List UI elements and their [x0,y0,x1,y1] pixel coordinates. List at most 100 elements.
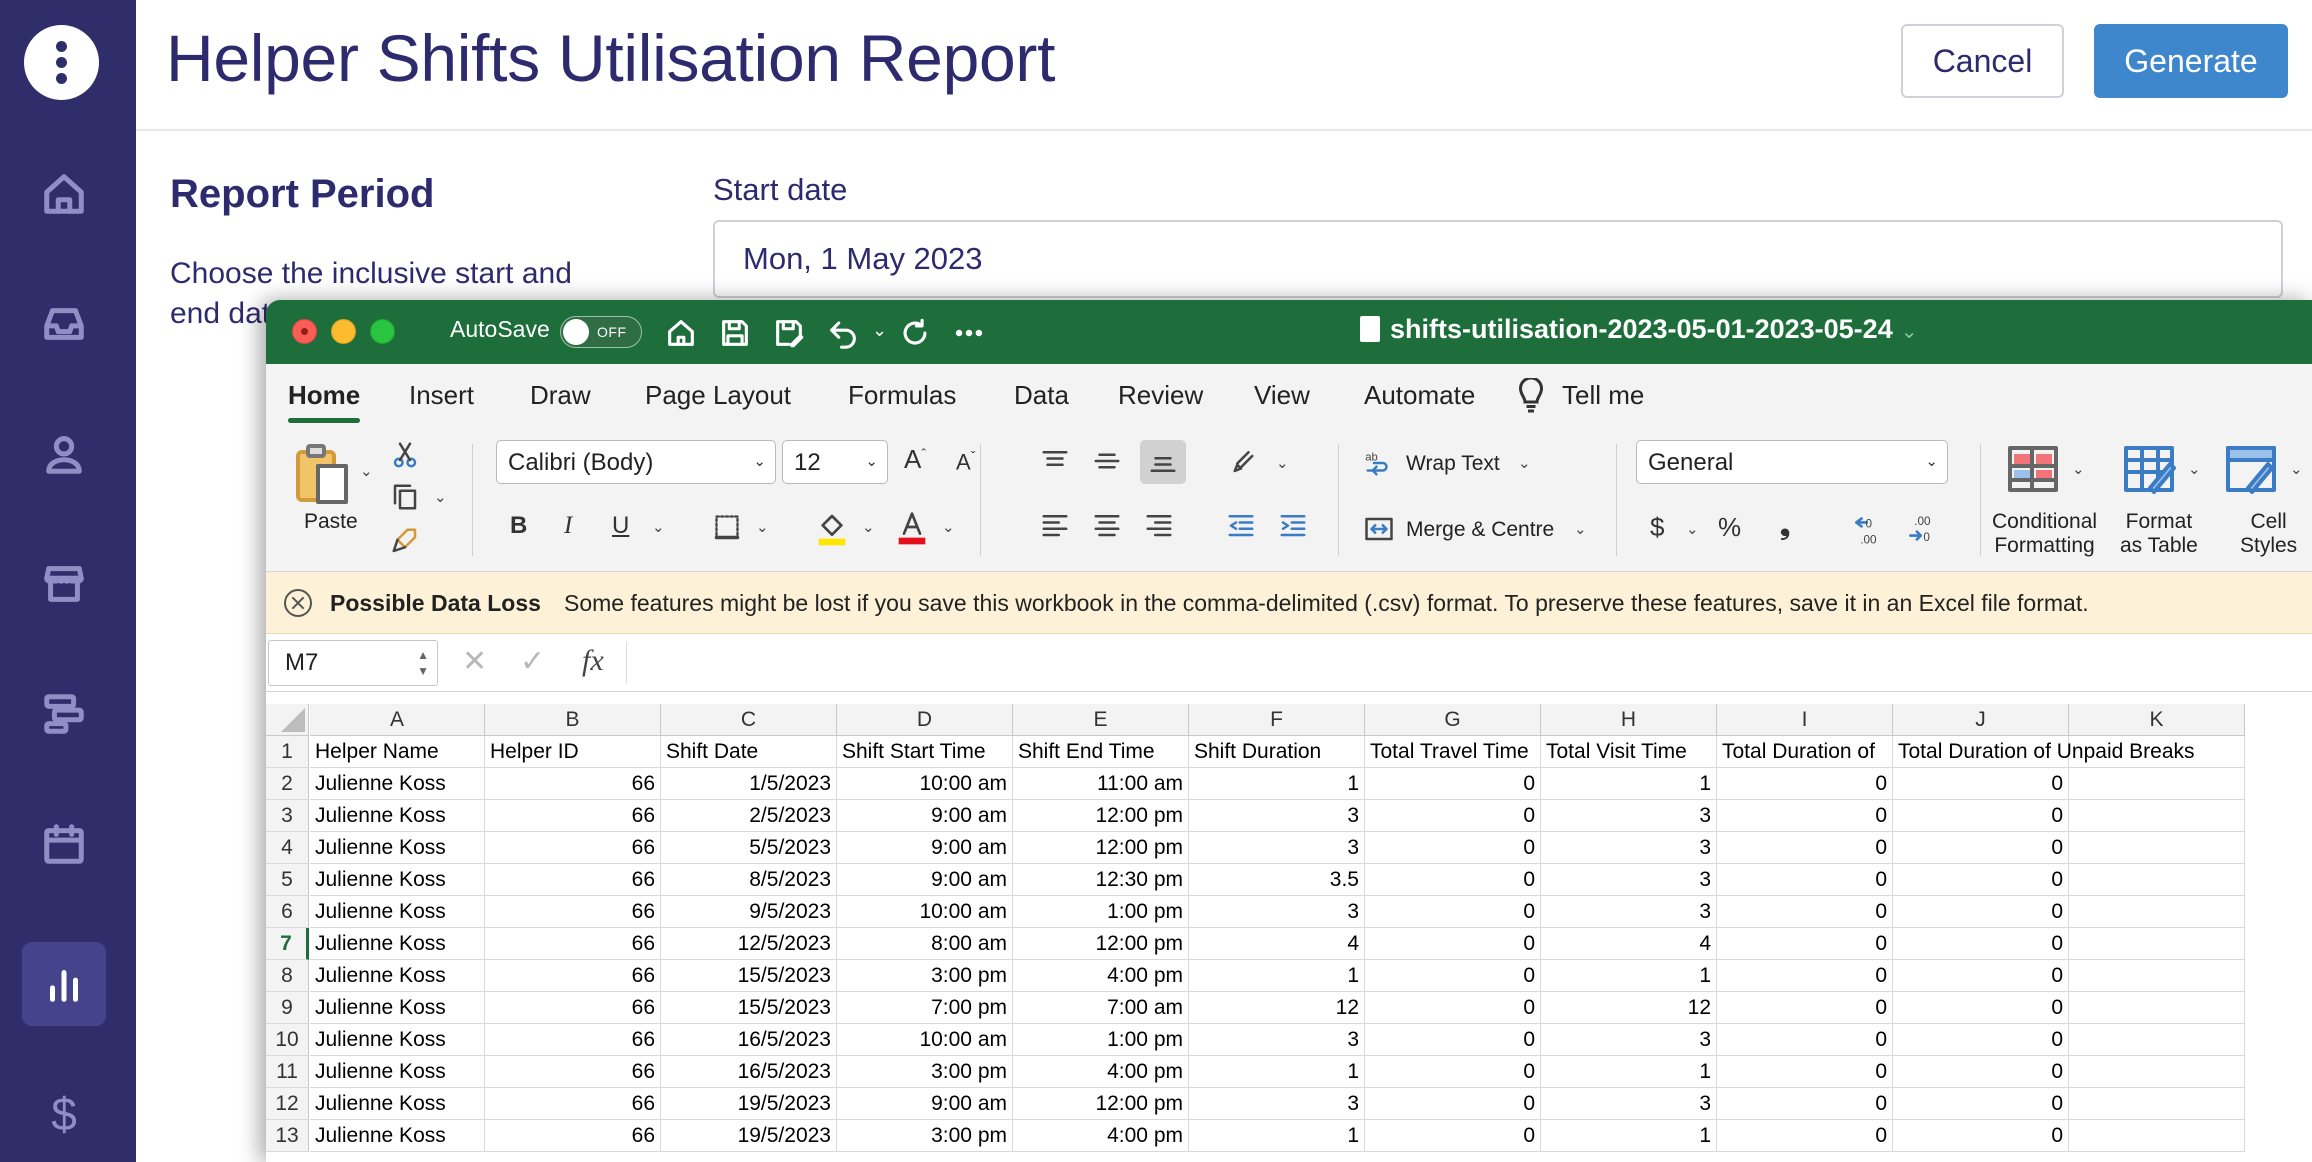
table-cell[interactable]: 7:00 am [1013,992,1189,1024]
row-header[interactable]: 7 [266,928,309,960]
borders-dropdown-icon[interactable]: ⌄ [756,518,769,536]
table-cell[interactable]: Julienne Koss [310,1056,485,1088]
row-header[interactable]: 11 [266,1056,309,1088]
table-cell[interactable] [2069,1024,2245,1056]
table-cell[interactable]: 0 [1365,832,1541,864]
fill-color-dropdown-icon[interactable]: ⌄ [862,518,875,536]
wrap-text-dropdown-icon[interactable]: ⌄ [1518,454,1531,472]
sidebar-item-billing[interactable]: $ [22,1072,106,1156]
font-color-dropdown-icon[interactable]: ⌄ [942,518,955,536]
wrap-text-label[interactable]: Wrap Text [1406,452,1500,476]
cell-styles-icon[interactable] [2222,442,2280,496]
cut-icon[interactable] [388,438,422,472]
insert-function-icon[interactable]: fx [582,644,604,678]
merge-centre-dropdown-icon[interactable]: ⌄ [1574,520,1587,538]
close-circle-icon[interactable] [284,589,312,617]
align-middle-icon[interactable] [1090,446,1124,476]
table-cell[interactable]: 0 [1717,768,1893,800]
table-cell[interactable]: 0 [1893,1088,2069,1120]
table-cell[interactable]: 3 [1189,1024,1365,1056]
table-cell[interactable] [2069,896,2245,928]
table-cell[interactable]: 66 [485,896,661,928]
table-cell[interactable]: 3 [1541,1024,1717,1056]
table-cell[interactable]: 12 [1541,992,1717,1024]
column-header-f[interactable]: F [1189,704,1365,736]
table-cell[interactable]: 1:00 pm [1013,1024,1189,1056]
table-cell[interactable]: 10:00 am [837,896,1013,928]
sidebar-item-calendar[interactable] [22,802,106,886]
table-cell[interactable]: 0 [1893,1056,2069,1088]
table-cell[interactable]: 4:00 pm [1013,1056,1189,1088]
header-cell[interactable]: Shift Date [661,736,837,768]
paste-icon[interactable] [292,442,352,508]
table-cell[interactable]: 66 [485,1120,661,1152]
table-cell[interactable]: 0 [1365,896,1541,928]
row-header[interactable]: 8 [266,960,309,992]
table-cell[interactable]: 66 [485,800,661,832]
table-cell[interactable]: 12/5/2023 [661,928,837,960]
table-cell[interactable] [2069,960,2245,992]
close-window-button[interactable] [292,319,317,344]
increase-decimal-icon[interactable]: 0.00 [1852,512,1892,546]
table-cell[interactable]: 8/5/2023 [661,864,837,896]
table-cell[interactable]: Julienne Koss [310,960,485,992]
table-cell[interactable]: 0 [1893,768,2069,800]
fill-color-icon[interactable] [814,508,850,548]
sidebar-item-people[interactable] [22,412,106,496]
header-cell[interactable]: Total Travel Time [1365,736,1541,768]
format-as-table-icon[interactable] [2120,442,2178,496]
table-cell[interactable]: 16/5/2023 [661,1056,837,1088]
table-cell[interactable]: Julienne Koss [310,864,485,896]
table-cell[interactable]: Julienne Koss [310,1024,485,1056]
decrease-indent-icon[interactable] [1224,510,1258,540]
header-cell[interactable]: Helper Name [310,736,485,768]
merge-centre-icon[interactable] [1362,512,1396,546]
tab-insert[interactable]: Insert [409,380,474,411]
table-cell[interactable]: 1 [1189,768,1365,800]
table-cell[interactable]: 8:00 am [837,928,1013,960]
format-painter-icon[interactable] [388,524,422,558]
table-cell[interactable]: Julienne Koss [310,928,485,960]
tab-automate[interactable]: Automate [1364,380,1475,411]
table-cell[interactable]: 0 [1717,928,1893,960]
header-cell[interactable]: Total Duration of Unpaid Breaks [1893,736,2195,768]
paste-dropdown-icon[interactable]: ⌄ [360,462,373,480]
table-cell[interactable]: 0 [1893,800,2069,832]
cell-styles-label[interactable]: Cell Styles [2240,510,2297,558]
table-cell[interactable]: 4:00 pm [1013,1120,1189,1152]
table-cell[interactable]: 10:00 am [837,768,1013,800]
tab-review[interactable]: Review [1118,380,1203,411]
header-cell[interactable]: Shift End Time [1013,736,1189,768]
tab-formulas[interactable]: Formulas [848,380,956,411]
table-cell[interactable]: 66 [485,1024,661,1056]
table-cell[interactable]: 16/5/2023 [661,1024,837,1056]
font-name-select[interactable]: Calibri (Body) ⌄ [496,440,776,484]
row-header[interactable]: 10 [266,1024,309,1056]
column-header-b[interactable]: B [485,704,661,736]
undo-icon[interactable] [826,316,860,350]
table-cell[interactable]: 3:00 pm [837,960,1013,992]
table-cell[interactable]: 66 [485,832,661,864]
tab-draw[interactable]: Draw [530,380,591,411]
table-cell[interactable]: 5/5/2023 [661,832,837,864]
table-cell[interactable]: 11:00 am [1013,768,1189,800]
table-cell[interactable]: Julienne Koss [310,800,485,832]
table-cell[interactable]: 12:00 pm [1013,928,1189,960]
table-cell[interactable]: 0 [1365,1024,1541,1056]
header-cell[interactable]: Total Visit Time [1541,736,1717,768]
table-cell[interactable]: 3:00 pm [837,1120,1013,1152]
increase-font-size-icon[interactable]: Aˆ [904,444,926,475]
table-cell[interactable]: 0 [1365,1088,1541,1120]
table-cell[interactable]: 19/5/2023 [661,1088,837,1120]
table-cell[interactable]: 4 [1189,928,1365,960]
start-date-input[interactable] [713,220,2283,298]
wrap-text-icon[interactable]: ab [1362,446,1396,480]
column-header-c[interactable]: C [661,704,837,736]
font-size-select[interactable]: 12 ⌄ [782,440,888,484]
workbook-title[interactable]: shifts-utilisation-2023-05-01-2023-05-24… [1360,314,1917,345]
column-header-a[interactable]: A [310,704,485,736]
table-cell[interactable]: 12:00 pm [1013,1088,1189,1120]
table-cell[interactable] [2069,1088,2245,1120]
row-header[interactable]: 5 [266,864,309,896]
cancel-button[interactable]: Cancel [1901,24,2064,98]
